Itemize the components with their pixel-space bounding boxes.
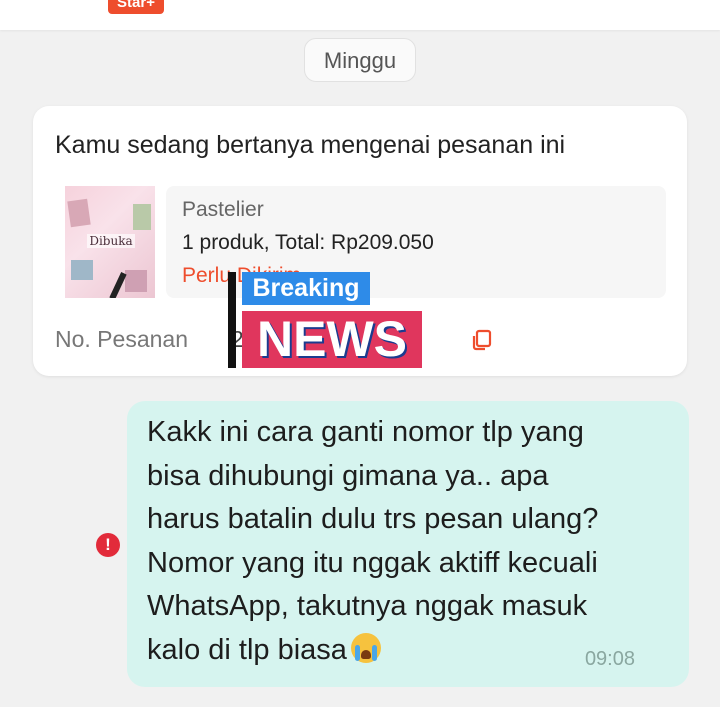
thumbnail-decor [133,204,151,230]
order-number-label: No. Pesanan [55,326,188,352]
order-card-heading: Kamu sedang bertanya mengenai pesanan in… [55,131,566,159]
star-plus-badge: Star+ [108,0,164,14]
emoji-tear [354,644,360,661]
breaking-news-overlay: Breaking NEWS [228,272,428,370]
shop-name: Pastelier [182,198,264,221]
message-time: 09:08 [584,648,635,670]
copy-icon[interactable] [470,328,494,352]
thumbnail-decor [67,198,91,228]
product-thumbnail[interactable]: Dibuka [65,186,155,298]
crying-face-emoji-icon [350,632,381,663]
message-text-wrap: Kakk ini cara ganti nomor tlp yang bisa … [147,411,677,673]
thumbnail-decor [125,270,147,292]
order-summary: 1 produk, Total: Rp209.050 [182,231,434,254]
top-bar: Star+ [0,0,720,30]
message-text: Kakk ini cara ganti nomor tlp yang bisa … [147,416,599,666]
send-error-icon[interactable]: ! [96,533,120,557]
thumbnail-decor [71,260,93,280]
thumbnail-label: Dibuka [87,234,135,248]
emoji-tear [371,644,377,661]
news-label: NEWS [242,311,422,368]
breaking-label: Breaking [242,272,370,305]
emoji-mouth [360,649,371,659]
day-separator: Minggu [304,38,416,82]
overlay-bar [228,272,236,368]
outgoing-message-bubble[interactable]: Kakk ini cara ganti nomor tlp yang bisa … [127,401,689,687]
